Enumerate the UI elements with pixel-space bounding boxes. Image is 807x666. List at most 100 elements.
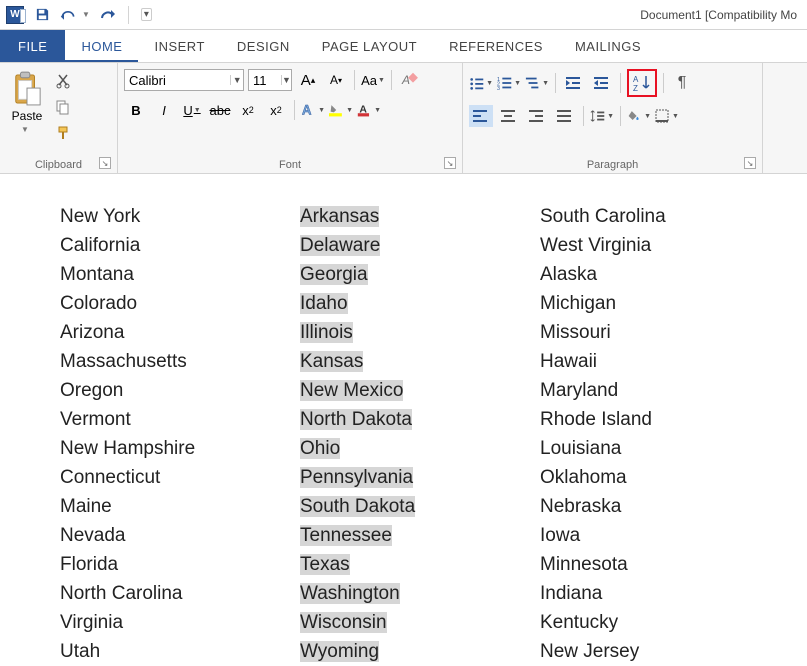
save-icon[interactable] <box>34 7 50 23</box>
font-name-input[interactable] <box>125 73 230 88</box>
font-name-combo[interactable]: ▼ <box>124 69 244 91</box>
list-item[interactable]: Missouri <box>540 318 780 347</box>
list-item[interactable]: Arkansas <box>300 202 540 231</box>
list-item[interactable]: Oklahoma <box>540 463 780 492</box>
list-item[interactable]: Indiana <box>540 579 780 608</box>
undo-icon[interactable] <box>60 7 76 23</box>
list-item[interactable]: Michigan <box>540 289 780 318</box>
list-item[interactable]: Virginia <box>60 608 300 637</box>
tab-insert[interactable]: INSERT <box>138 30 220 62</box>
shading-button[interactable]: ▼ <box>627 105 651 127</box>
multilevel-list-button[interactable]: ▼ <box>525 72 549 94</box>
font-name-dropdown-icon[interactable]: ▼ <box>230 75 243 85</box>
highlight-button[interactable]: ▼ <box>329 99 353 121</box>
shrink-font-icon[interactable]: A▾ <box>324 69 348 91</box>
superscript-button[interactable]: x2 <box>264 99 288 121</box>
list-item[interactable]: New York <box>60 202 300 231</box>
undo-dropdown-icon[interactable]: ▼ <box>82 10 90 19</box>
list-item[interactable]: Texas <box>300 550 540 579</box>
font-size-input[interactable] <box>249 73 281 88</box>
list-item[interactable]: South Dakota <box>300 492 540 521</box>
numbering-button[interactable]: 123▼ <box>497 72 521 94</box>
clipboard-launcher-icon[interactable]: ↘ <box>99 157 111 169</box>
list-item[interactable]: Vermont <box>60 405 300 434</box>
subscript-button[interactable]: x2 <box>236 99 260 121</box>
list-item[interactable]: Ohio <box>300 434 540 463</box>
change-case-button[interactable]: Aa▼ <box>361 69 385 91</box>
list-item[interactable]: Rhode Island <box>540 405 780 434</box>
list-item[interactable]: Delaware <box>300 231 540 260</box>
list-item[interactable]: Maryland <box>540 376 780 405</box>
font-color-button[interactable]: A▼ <box>357 99 381 121</box>
list-item[interactable]: Nebraska <box>540 492 780 521</box>
list-item[interactable]: Kentucky <box>540 608 780 637</box>
clear-formatting-icon[interactable]: A <box>398 69 422 91</box>
list-item[interactable]: Idaho <box>300 289 540 318</box>
list-item[interactable]: Oregon <box>60 376 300 405</box>
list-item[interactable]: New Jersey <box>540 637 780 666</box>
list-item[interactable]: Maine <box>60 492 300 521</box>
tab-file[interactable]: FILE <box>0 30 65 62</box>
paragraph-launcher-icon[interactable]: ↘ <box>744 157 756 169</box>
sort-button[interactable]: AZ <box>630 72 654 94</box>
list-item[interactable]: New Hampshire <box>60 434 300 463</box>
font-size-dropdown-icon[interactable]: ▼ <box>281 75 291 85</box>
document-body[interactable]: New YorkCaliforniaMontanaColoradoArizona… <box>0 174 807 666</box>
decrease-indent-button[interactable] <box>562 72 586 94</box>
paste-button[interactable]: Paste ▼ <box>6 67 48 157</box>
list-item[interactable]: Arizona <box>60 318 300 347</box>
copy-icon[interactable] <box>52 97 74 117</box>
bullets-button[interactable]: ▼ <box>469 72 493 94</box>
font-launcher-icon[interactable]: ↘ <box>444 157 456 169</box>
list-item[interactable]: Louisiana <box>540 434 780 463</box>
tab-mailings[interactable]: MAILINGS <box>559 30 657 62</box>
tab-page-layout[interactable]: PAGE LAYOUT <box>306 30 433 62</box>
list-item[interactable]: Hawaii <box>540 347 780 376</box>
align-right-button[interactable] <box>525 105 549 127</box>
list-item[interactable]: Colorado <box>60 289 300 318</box>
paste-dropdown-icon[interactable]: ▼ <box>21 125 29 134</box>
text-effects-button[interactable]: A▼ <box>301 99 325 121</box>
align-center-button[interactable] <box>497 105 521 127</box>
list-item[interactable]: West Virginia <box>540 231 780 260</box>
list-item[interactable]: Connecticut <box>60 463 300 492</box>
list-item[interactable]: Tennessee <box>300 521 540 550</box>
list-item[interactable]: New Mexico <box>300 376 540 405</box>
grow-font-icon[interactable]: A▴ <box>296 69 320 91</box>
list-item[interactable]: Illinois <box>300 318 540 347</box>
list-item[interactable]: North Dakota <box>300 405 540 434</box>
qat-customize-icon[interactable]: ▾ <box>141 8 152 21</box>
strikethrough-button[interactable]: abc <box>208 99 232 121</box>
align-left-button[interactable] <box>469 105 493 127</box>
format-painter-icon[interactable] <box>52 123 74 143</box>
list-item[interactable]: North Carolina <box>60 579 300 608</box>
italic-button[interactable]: I <box>152 99 176 121</box>
font-size-combo[interactable]: ▼ <box>248 69 292 91</box>
bold-button[interactable]: B <box>124 99 148 121</box>
list-item[interactable]: Nevada <box>60 521 300 550</box>
increase-indent-button[interactable] <box>590 72 614 94</box>
list-item[interactable]: Utah <box>60 637 300 666</box>
list-item[interactable]: Georgia <box>300 260 540 289</box>
list-item[interactable]: Massachusetts <box>60 347 300 376</box>
show-marks-button[interactable]: ¶ <box>670 72 694 94</box>
redo-icon[interactable] <box>100 7 116 23</box>
list-item[interactable]: Kansas <box>300 347 540 376</box>
cut-icon[interactable] <box>52 71 74 91</box>
list-item[interactable]: Wisconsin <box>300 608 540 637</box>
list-item[interactable]: California <box>60 231 300 260</box>
list-item[interactable]: South Carolina <box>540 202 780 231</box>
list-item[interactable]: Minnesota <box>540 550 780 579</box>
tab-references[interactable]: REFERENCES <box>433 30 559 62</box>
list-item[interactable]: Florida <box>60 550 300 579</box>
line-spacing-button[interactable]: ▼ <box>590 105 614 127</box>
list-item[interactable]: Montana <box>60 260 300 289</box>
list-item[interactable]: Alaska <box>540 260 780 289</box>
list-item[interactable]: Wyoming <box>300 637 540 666</box>
borders-button[interactable]: ▼ <box>655 105 679 127</box>
justify-button[interactable] <box>553 105 577 127</box>
list-item[interactable]: Washington <box>300 579 540 608</box>
list-item[interactable]: Iowa <box>540 521 780 550</box>
tab-design[interactable]: DESIGN <box>221 30 306 62</box>
underline-button[interactable]: U▼ <box>180 99 204 121</box>
